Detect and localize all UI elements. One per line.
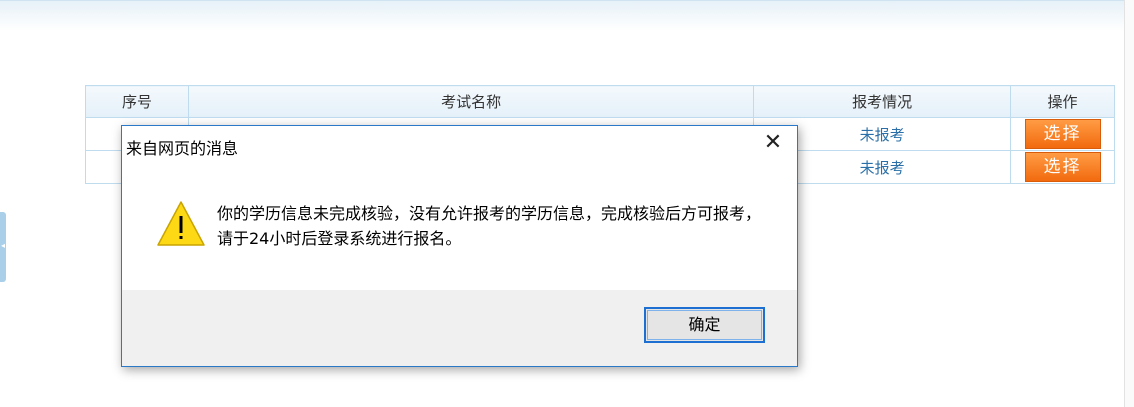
close-icon[interactable]: ✕ [763,132,783,154]
header-action: 操作 [1010,85,1115,118]
dialog-title: 来自网页的消息 [126,139,239,158]
message-dialog: 来自网页的消息 ✕ 你的学历信息未完成核验，没有允许报考的学历信息，完成核验后方… [121,125,798,367]
side-panel-toggle[interactable]: ◂ [0,212,6,282]
ok-button[interactable]: 确定 [644,307,765,343]
dialog-message: 你的学历信息未完成核验，没有允许报考的学历信息，完成核验后方可报考，请于24小时… [217,204,762,248]
header-index: 序号 [85,85,189,118]
select-button[interactable]: 选择 [1024,119,1101,149]
select-button[interactable]: 选择 [1024,152,1101,182]
header-exam-name: 考试名称 [187,85,755,118]
warning-icon [157,201,205,246]
chevron-left-icon: ◂ [1,241,6,250]
header-status: 报考情况 [753,85,1011,118]
dialog-footer: 确定 [122,290,797,366]
top-bar [0,0,1134,31]
table-header-row: 序号 考试名称 报考情况 操作 [85,85,1115,118]
cell-action: 选择 [1010,150,1115,184]
cell-action: 选择 [1010,117,1115,151]
scrollbar[interactable] [1124,0,1134,407]
